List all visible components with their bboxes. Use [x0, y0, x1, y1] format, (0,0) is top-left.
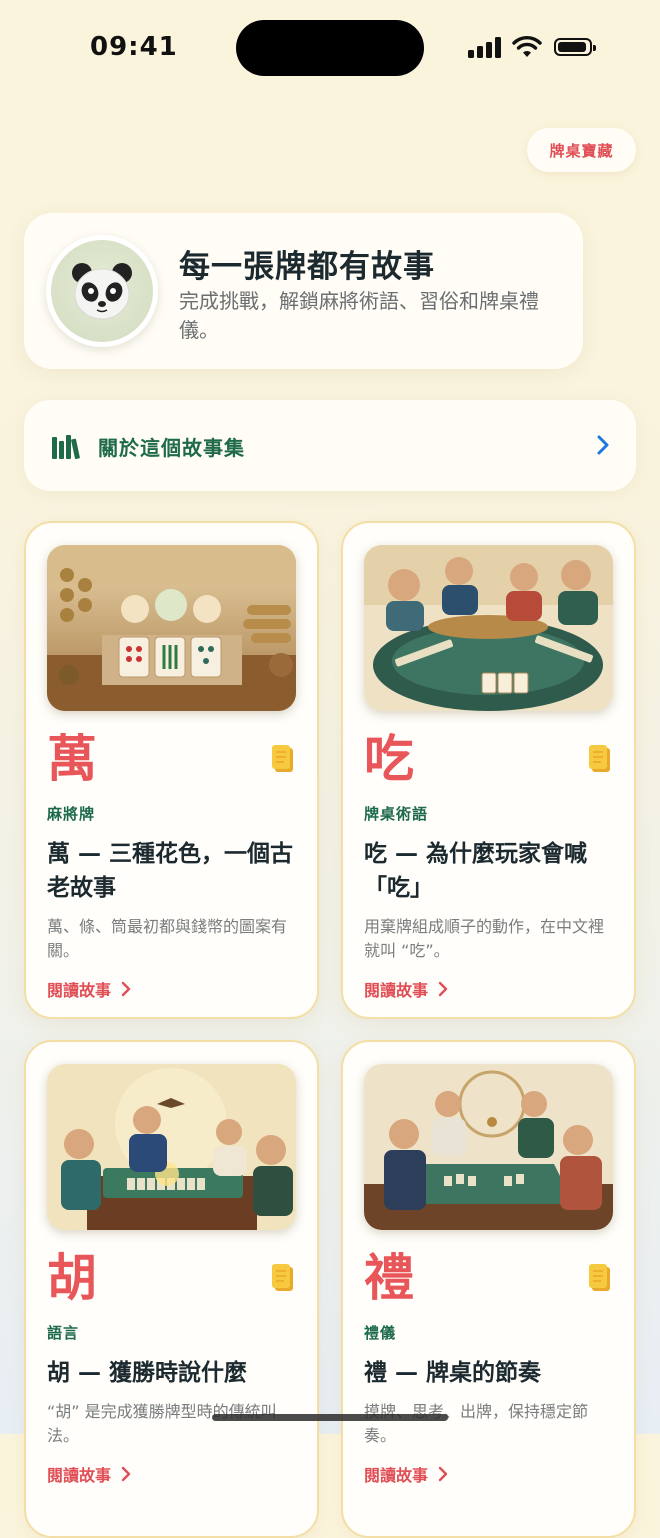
read-story-label: 閱讀故事 — [47, 1466, 112, 1485]
hero-description: 完成挑戰，解鎖麻將術語、習俗和牌桌禮儀。 — [179, 289, 539, 342]
story-illustration-wan — [47, 545, 296, 711]
status-icons — [468, 36, 608, 62]
story-illustration-hu — [47, 1064, 296, 1230]
read-story-link[interactable]: 閱讀故事 — [364, 977, 448, 1001]
story-illustration-li — [364, 1064, 613, 1230]
about-label: 關於這個故事集 — [98, 436, 245, 460]
story-glyph: 萬 — [47, 730, 97, 788]
read-story-label: 閱讀故事 — [364, 1466, 429, 1485]
note-icon — [589, 745, 610, 772]
story-description: 用棄牌組成順子的動作，在中文裡就叫 “吃”。 — [364, 917, 605, 960]
story-glyph: 吃 — [364, 730, 414, 788]
hero-title: 每一張牌都有故事 — [179, 249, 435, 285]
chevron-right-icon — [597, 435, 609, 455]
story-category: 語言 — [47, 1324, 80, 1342]
battery-icon — [554, 38, 596, 56]
story-description: 萬、條、筒最初都與錢幣的圖案有關。 — [47, 917, 288, 960]
read-story-label: 閱讀故事 — [47, 981, 112, 1000]
story-title: 吃 — 為什麼玩家會喊「吃」 — [364, 841, 588, 901]
read-story-link[interactable]: 閱讀故事 — [47, 977, 131, 1001]
story-category: 麻將牌 — [47, 805, 96, 823]
cellular-signal-icon — [468, 36, 502, 58]
treasure-button[interactable]: 牌桌寶藏 — [527, 128, 636, 172]
story-card-wan[interactable]: 萬 麻將牌 萬 — 三種花色，一個古老故事 萬、條、筒最初都與錢幣的圖案有關。 … — [24, 521, 319, 1019]
story-description: 摸牌、思考、出牌，保持穩定節奏。 — [364, 1402, 589, 1445]
story-category: 禮儀 — [364, 1324, 397, 1342]
dynamic-island — [236, 20, 424, 76]
chevron-right-icon — [121, 981, 131, 997]
chevron-right-icon — [438, 981, 448, 997]
story-description: “胡” 是完成獲勝牌型時的傳統叫法。 — [47, 1402, 277, 1445]
wifi-icon — [512, 36, 542, 57]
story-title: 禮 — 牌桌的節奏 — [364, 1360, 542, 1386]
chevron-right-icon — [438, 1466, 448, 1482]
books-icon — [52, 435, 80, 459]
read-story-link[interactable]: 閱讀故事 — [364, 1462, 448, 1486]
story-category: 牌桌術語 — [364, 805, 429, 823]
home-indicator[interactable] — [212, 1414, 448, 1421]
about-collection-row[interactable]: 關於這個故事集 — [24, 400, 636, 491]
read-story-link[interactable]: 閱讀故事 — [47, 1462, 131, 1486]
note-icon — [589, 1264, 610, 1291]
panda-icon — [72, 263, 132, 320]
status-time: 09:41 — [90, 32, 178, 62]
story-card-hu[interactable]: 胡 語言 胡 — 獲勝時說什麼 “胡” 是完成獲勝牌型時的傳統叫法。 閱讀故事 — [24, 1040, 319, 1538]
chevron-right-icon — [121, 1466, 131, 1482]
story-title: 胡 — 獲勝時說什麼 — [47, 1360, 248, 1386]
story-glyph: 胡 — [47, 1249, 97, 1307]
story-card-li[interactable]: 禮 禮儀 禮 — 牌桌的節奏 摸牌、思考、出牌，保持穩定節奏。 閱讀故事 — [341, 1040, 636, 1538]
note-icon — [272, 745, 293, 772]
avatar — [46, 235, 158, 347]
story-card-chi[interactable]: 吃 牌桌術語 吃 — 為什麼玩家會喊「吃」 用棄牌組成順子的動作，在中文裡就叫 … — [341, 521, 636, 1019]
story-glyph: 禮 — [364, 1249, 414, 1307]
story-title: 萬 — 三種花色，一個古老故事 — [47, 841, 294, 901]
hero-card: 每一張牌都有故事 完成挑戰，解鎖麻將術語、習俗和牌桌禮儀。 — [24, 213, 583, 369]
note-icon — [272, 1264, 293, 1291]
read-story-label: 閱讀故事 — [364, 981, 429, 1000]
status-bar: 09:41 — [0, 0, 660, 96]
story-illustration-chi — [364, 545, 613, 711]
